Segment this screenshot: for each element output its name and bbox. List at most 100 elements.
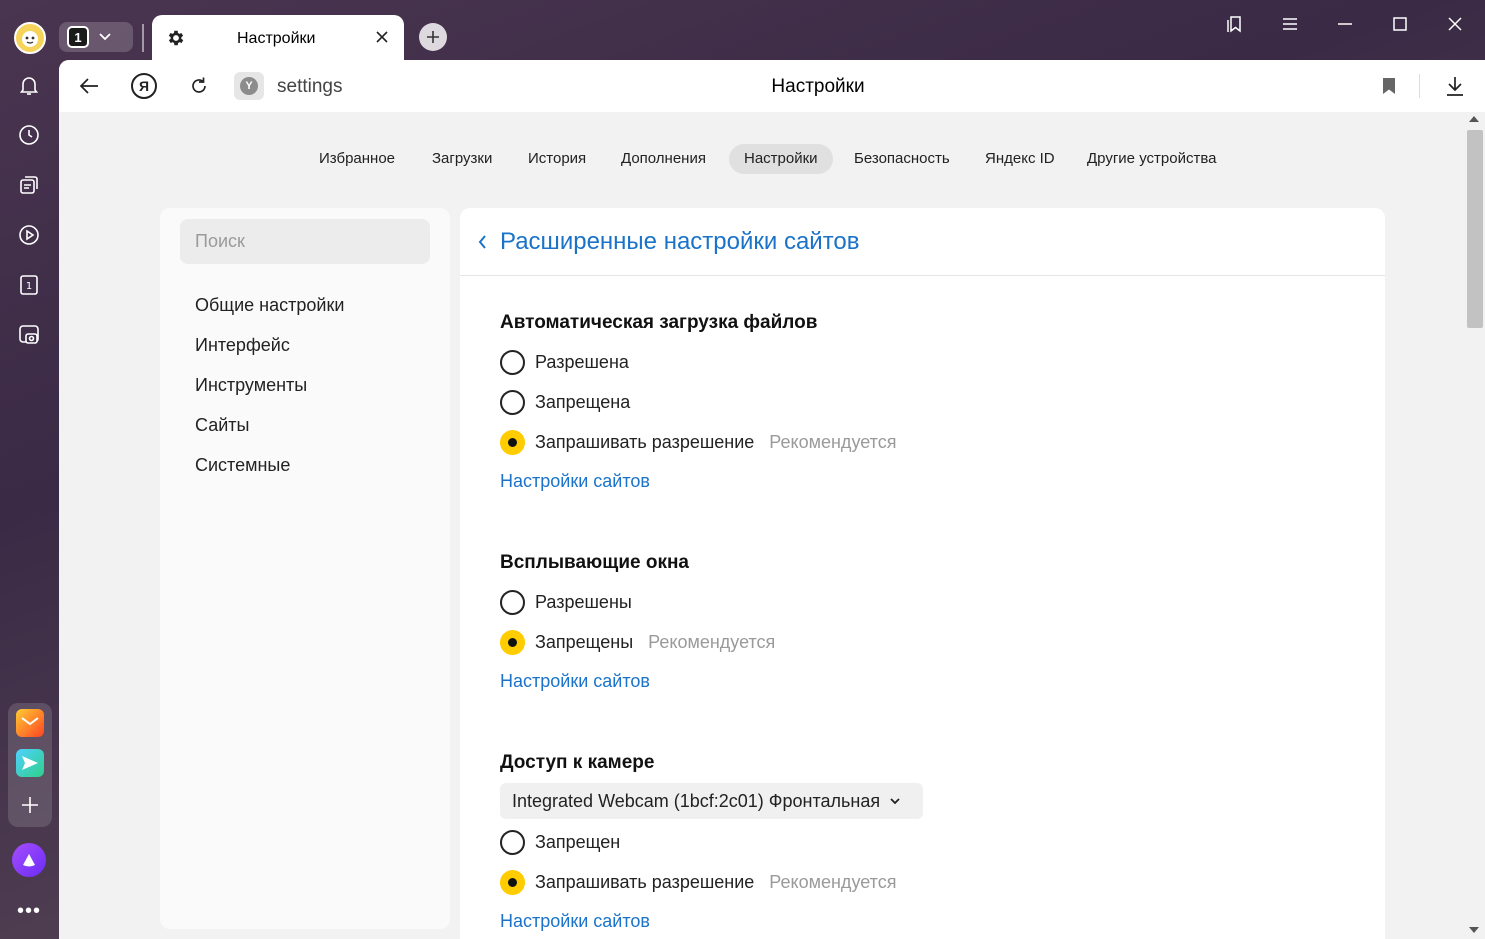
user-avatar[interactable]	[14, 22, 46, 54]
alice-assistant-icon[interactable]	[12, 843, 46, 877]
tab-history[interactable]: История	[513, 144, 601, 174]
maximize-button[interactable]	[1388, 12, 1412, 36]
radio-button[interactable]	[500, 389, 525, 415]
downloads-button[interactable]	[1443, 74, 1467, 98]
tab-downloads[interactable]: Загрузки	[417, 144, 507, 174]
history-clock-icon[interactable]	[14, 120, 44, 150]
minimize-button[interactable]	[1333, 12, 1357, 36]
svg-text:1: 1	[26, 281, 32, 292]
sidebar-item-interface[interactable]: Интерфейс	[195, 335, 290, 356]
active-tab[interactable]: Настройки	[152, 15, 404, 65]
radio-popups-allowed[interactable]: Разрешены	[500, 589, 632, 615]
mail-app-icon[interactable]	[16, 709, 44, 737]
close-tab-button[interactable]	[372, 27, 392, 47]
settings-top-nav: Избранное Загрузки История Дополнения На…	[59, 144, 1469, 174]
scroll-thumb[interactable]	[1467, 130, 1483, 328]
tab-favorites[interactable]: Избранное	[304, 144, 410, 174]
settings-search-input[interactable]	[180, 219, 430, 264]
bell-icon[interactable]	[14, 70, 44, 100]
reload-button[interactable]	[186, 73, 212, 99]
tab-extensions[interactable]: Дополнения	[606, 144, 721, 174]
sidebar-item-general[interactable]: Общие настройки	[195, 295, 344, 316]
sidebar-item-tools[interactable]: Инструменты	[195, 375, 307, 396]
radio-label: Запрашивать разрешение	[535, 871, 755, 892]
recommended-note: Рекомендуется	[769, 431, 897, 452]
close-window-button[interactable]	[1443, 12, 1467, 36]
hamburger-icon	[1283, 18, 1297, 30]
recommended-note: Рекомендуется	[769, 871, 897, 892]
tab-other-devices[interactable]: Другие устройства	[1072, 144, 1231, 174]
url-text[interactable]: settings	[277, 76, 342, 98]
tab-yandex-id[interactable]: Яндекс ID	[970, 144, 1070, 174]
radio-button[interactable]	[500, 589, 525, 615]
back-button[interactable]	[76, 73, 102, 99]
back-to-sites-button[interactable]	[478, 232, 492, 252]
camera-device-value: Integrated Webcam (1bcf:2c01) Фронтальна…	[512, 790, 881, 811]
download-icon	[1447, 77, 1463, 96]
radio-label: Запрещены	[535, 631, 634, 652]
page-scrollbar[interactable]	[1465, 112, 1485, 939]
page-title[interactable]: Расширенные настройки сайтов	[500, 228, 860, 256]
radio-auto-download-allowed[interactable]: Разрешена	[500, 349, 629, 375]
avatar-face-icon	[22, 31, 38, 47]
menu-button[interactable]	[1278, 12, 1302, 36]
settings-content: Расширенные настройки сайтов Автоматичес…	[460, 208, 1385, 939]
tab-settings[interactable]: Настройки	[729, 144, 833, 174]
auto-download-sites-link[interactable]: Настройки сайтов	[500, 471, 650, 492]
maximize-icon	[1393, 17, 1407, 31]
radio-button[interactable]	[500, 829, 525, 855]
yandex-site-icon: Y	[240, 77, 258, 95]
radio-label: Запрещена	[535, 391, 631, 412]
minimize-icon	[1338, 23, 1352, 25]
camera-device-select[interactable]: Integrated Webcam (1bcf:2c01) Фронтальна…	[500, 783, 923, 819]
radio-auto-download-ask[interactable]: Запрашивать разрешение Рекомендуется	[500, 429, 896, 455]
bookmark-button[interactable]	[1377, 74, 1401, 98]
add-app-icon[interactable]	[16, 791, 44, 819]
arrow-left-icon	[79, 78, 98, 94]
chevron-down-icon	[890, 797, 900, 805]
section-popups-title: Всплывающие окна	[500, 552, 689, 573]
yandex-home-button[interactable]: Я	[131, 73, 157, 99]
sidebar-item-system[interactable]: Системные	[195, 455, 290, 476]
section-auto-download-title: Автоматическая загрузка файлов	[500, 312, 818, 333]
radio-button-selected[interactable]	[500, 629, 525, 655]
radio-popups-blocked[interactable]: Запрещены Рекомендуется	[500, 629, 775, 655]
video-play-icon[interactable]	[14, 220, 44, 250]
new-tab-button[interactable]	[419, 23, 447, 51]
bookmarks-panel-button[interactable]	[1223, 12, 1247, 36]
close-window-icon	[1448, 17, 1462, 31]
tab-group-switcher[interactable]: 1	[59, 22, 133, 52]
browser-sidebar: 1 •••	[0, 0, 59, 939]
plus-icon	[427, 31, 439, 43]
site-info-button[interactable]: Y	[234, 72, 264, 100]
bookmark-icon	[1383, 78, 1395, 94]
radio-auto-download-blocked[interactable]: Запрещена	[500, 389, 630, 415]
reload-icon	[192, 77, 206, 93]
messenger-app-icon[interactable]	[16, 749, 44, 777]
collections-icon[interactable]	[14, 170, 44, 200]
sidebar-item-sites[interactable]: Сайты	[195, 415, 249, 436]
radio-button-selected[interactable]	[500, 429, 525, 455]
chevron-down-icon	[99, 33, 111, 41]
address-page-title: Настройки	[771, 76, 865, 97]
screenshot-camera-icon[interactable]	[14, 320, 44, 350]
radio-button[interactable]	[500, 349, 525, 375]
address-bar: Я Y settings Настройки	[59, 60, 1485, 112]
scroll-down-arrow[interactable]	[1469, 927, 1479, 933]
address-bar-divider	[1419, 74, 1420, 98]
tab-title: Настройки	[237, 30, 316, 47]
radio-camera-blocked[interactable]: Запрещен	[500, 829, 620, 855]
radio-label: Запрашивать разрешение	[535, 431, 755, 452]
popups-sites-link[interactable]: Настройки сайтов	[500, 671, 650, 692]
tab-counter-icon[interactable]: 1	[14, 270, 44, 300]
radio-button-selected[interactable]	[500, 869, 525, 895]
scroll-up-arrow[interactable]	[1469, 116, 1479, 122]
apps-panel	[8, 703, 52, 827]
radio-camera-ask[interactable]: Запрашивать разрешение Рекомендуется	[500, 869, 896, 895]
browser-window: Я Y settings Настройки Избранное Загрузк…	[59, 60, 1485, 939]
tab-security[interactable]: Безопасность	[839, 144, 965, 174]
camera-sites-link[interactable]: Настройки сайтов	[500, 911, 650, 932]
recommended-note: Рекомендуется	[648, 631, 776, 652]
tab-count-badge: 1	[67, 26, 89, 48]
more-icon[interactable]: •••	[17, 900, 41, 923]
